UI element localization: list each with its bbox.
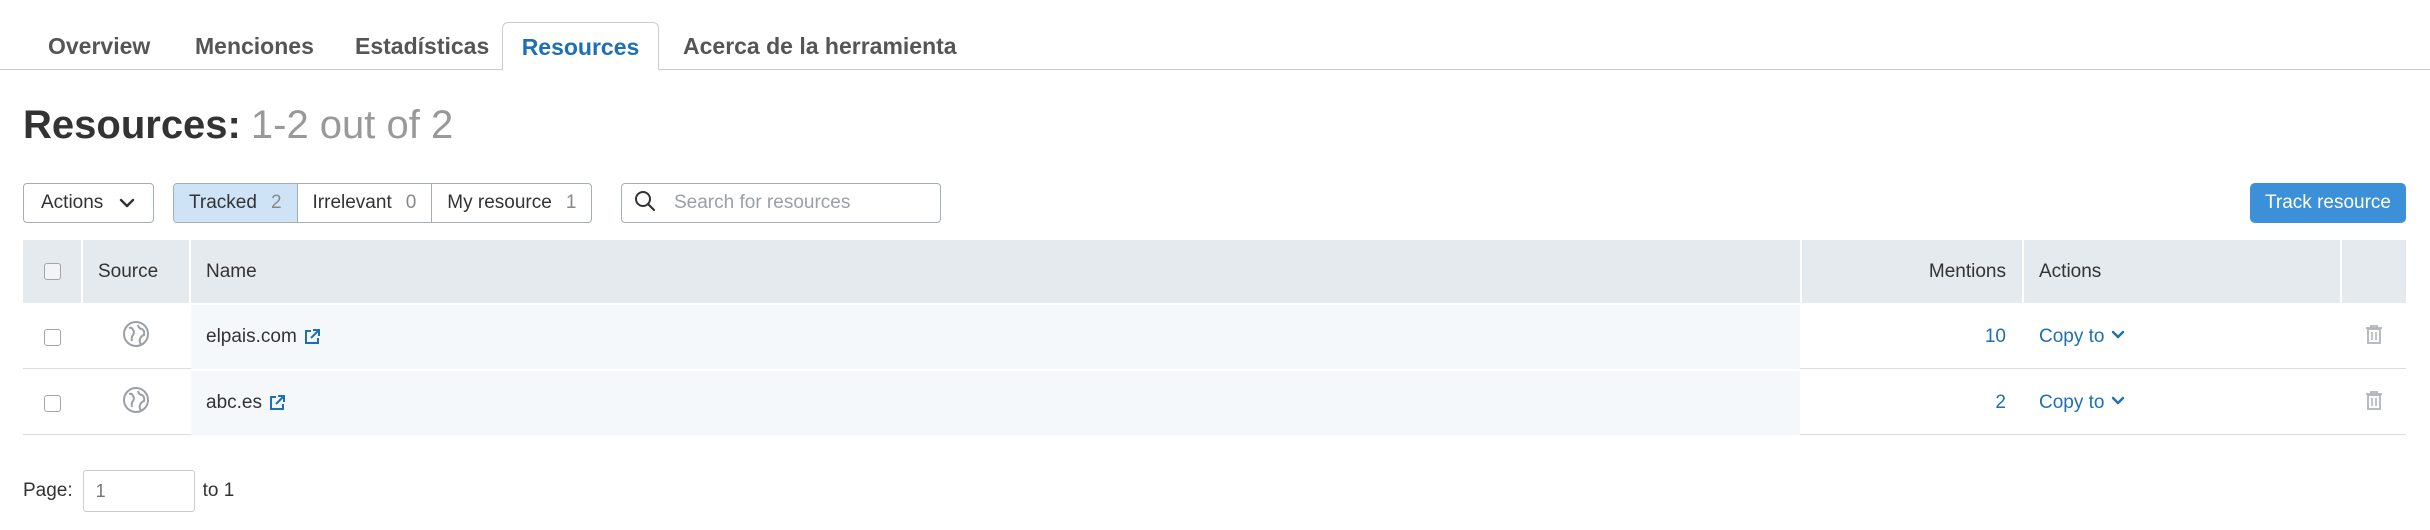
search-icon	[634, 190, 656, 217]
header-mentions[interactable]: Mentions	[1802, 240, 2022, 303]
table-row: abc.es 2 Copy to	[23, 369, 2406, 435]
header-name-label: Name	[206, 260, 257, 282]
mentions-cell: 10	[1802, 305, 2022, 369]
row-checkbox[interactable]	[43, 328, 61, 346]
filter-my-resource-count: 1	[565, 192, 577, 213]
copy-to-label: Copy to	[2039, 326, 2105, 347]
mentions-count-link[interactable]: 10	[1985, 326, 2006, 348]
page-input[interactable]	[82, 470, 195, 512]
filter-irrelevant[interactable]: Irrelevant 0	[298, 184, 433, 222]
header-source-label: Source	[98, 260, 159, 282]
trash-icon[interactable]	[2364, 389, 2384, 417]
filter-irrelevant-label: Irrelevant	[312, 192, 392, 213]
actions-cell: Copy to	[2024, 305, 2340, 369]
filter-tracked-count: 2	[270, 192, 282, 213]
table-row: elpais.com 10 Copy to	[23, 303, 2406, 369]
copy-to-dropdown[interactable]: Copy to	[2039, 326, 2126, 348]
delete-cell	[2342, 371, 2406, 435]
pagination: Page: to 1	[23, 470, 234, 512]
tab-overview[interactable]: Overview	[48, 22, 150, 70]
globe-icon	[122, 320, 150, 354]
trash-icon[interactable]	[2364, 323, 2384, 351]
name-cell: abc.es	[191, 371, 1800, 435]
copy-to-label: Copy to	[2039, 392, 2105, 413]
page-title: Resources: 1-2 out of 2	[23, 100, 453, 150]
tab-bar: Overview Menciones Estadísticas Resource…	[0, 22, 2430, 71]
page-total: to 1	[202, 480, 235, 501]
row-select-cell	[23, 371, 81, 435]
filter-my-resource-label: My resource	[447, 192, 552, 213]
filter-tracked[interactable]: Tracked 2	[174, 184, 298, 222]
search-box	[621, 183, 941, 223]
header-name[interactable]: Name	[191, 240, 1800, 303]
external-link-icon[interactable]	[303, 328, 321, 346]
filter-segmented-control: Tracked 2 Irrelevant 0 My resource 1	[173, 183, 593, 223]
tab-acerca[interactable]: Acerca de la herramienta	[683, 22, 957, 70]
actions-cell: Copy to	[2024, 371, 2340, 435]
select-all-checkbox[interactable]	[43, 263, 61, 280]
row-select-cell	[23, 305, 81, 369]
header-select-cell	[23, 240, 81, 303]
source-cell	[83, 305, 189, 369]
delete-cell	[2342, 305, 2406, 369]
source-cell	[83, 371, 189, 435]
name-cell: elpais.com	[191, 305, 1800, 369]
resource-name[interactable]: elpais.com	[206, 326, 297, 348]
header-delete-cell	[2342, 240, 2406, 303]
chevron-down-icon	[2104, 392, 2126, 414]
external-link-icon[interactable]	[268, 394, 286, 412]
filter-irrelevant-count: 0	[405, 192, 417, 213]
mentions-count-link[interactable]: 2	[1995, 392, 2006, 414]
header-actions: Actions	[2024, 240, 2340, 303]
resources-table: Source Name Mentions Actions elpais.com	[23, 240, 2406, 435]
tab-resources[interactable]: Resources	[502, 22, 659, 71]
search-input[interactable]	[674, 192, 924, 214]
chevron-down-icon	[2104, 326, 2126, 348]
globe-icon	[122, 386, 150, 420]
table-header: Source Name Mentions Actions	[23, 240, 2406, 303]
page-title-main: Resources:	[23, 103, 241, 147]
chevron-down-icon	[117, 193, 137, 219]
filter-tracked-label: Tracked	[189, 192, 257, 213]
tab-estadisticas[interactable]: Estadísticas	[355, 22, 489, 70]
header-source[interactable]: Source	[83, 240, 189, 303]
filter-my-resource[interactable]: My resource 1	[432, 184, 591, 222]
track-resource-button[interactable]: Track resource	[2250, 183, 2406, 223]
page-title-count: 1-2 out of 2	[250, 103, 454, 147]
mentions-cell: 2	[1802, 371, 2022, 435]
row-checkbox[interactable]	[43, 394, 61, 412]
actions-dropdown-label: Actions	[41, 192, 104, 213]
header-mentions-label: Mentions	[1928, 260, 2006, 282]
header-actions-label: Actions	[2039, 260, 2102, 282]
page-label: Page:	[23, 480, 73, 501]
copy-to-dropdown[interactable]: Copy to	[2039, 392, 2126, 414]
actions-dropdown[interactable]: Actions	[23, 183, 154, 223]
tab-menciones[interactable]: Menciones	[195, 22, 314, 70]
resource-name[interactable]: abc.es	[206, 392, 262, 414]
